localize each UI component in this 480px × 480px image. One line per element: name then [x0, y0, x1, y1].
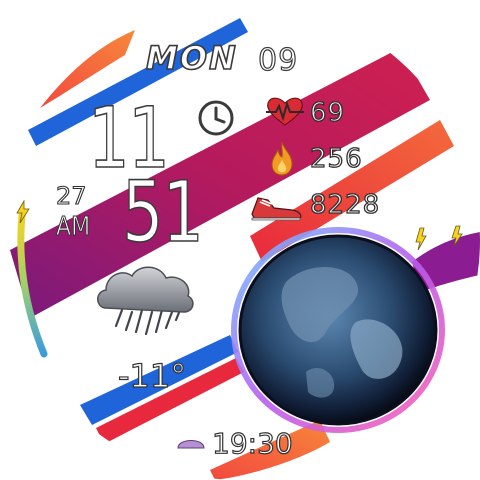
heart-rate-icon[interactable] [264, 96, 306, 128]
seconds: 27 [55, 182, 87, 210]
sunset-icon [177, 440, 205, 449]
heart-rate-value: 69 [309, 98, 346, 128]
earth-globe [231, 227, 445, 433]
status-marker-icon [415, 225, 463, 251]
day-of-week: MON [145, 39, 238, 77]
rain-cloud-icon[interactable] [92, 262, 200, 346]
clock-icon[interactable] [196, 98, 236, 138]
sunset-time: 19:30 [211, 427, 293, 460]
temperature: -11° [117, 357, 187, 395]
flame-icon[interactable] [268, 140, 296, 176]
shoe-icon[interactable] [248, 192, 304, 222]
steps-value: 8228 [309, 190, 381, 220]
battery-bolt-icon [16, 200, 30, 224]
calories-value: 256 [309, 144, 363, 174]
watch-face: MON 09 11 51 27 AM 69 256 8228 -11° 19:3… [0, 0, 480, 480]
minute: 51 [121, 163, 204, 261]
am-pm-indicator: AM [56, 212, 91, 242]
day-of-month: 09 [257, 43, 299, 78]
